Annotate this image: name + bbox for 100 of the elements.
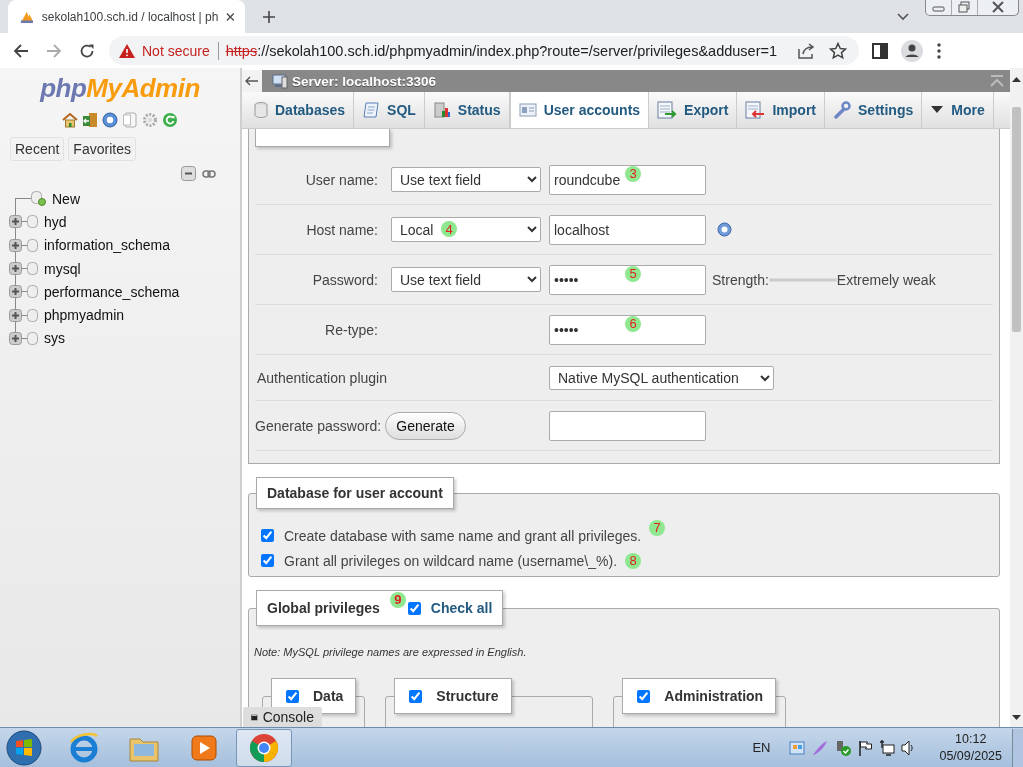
wrench-icon — [833, 101, 851, 119]
server-title[interactable]: Server: localhost:3306 — [292, 73, 437, 89]
link-icon[interactable] — [202, 169, 216, 178]
checkbox[interactable] — [409, 689, 423, 703]
expand-icon[interactable] — [9, 285, 22, 299]
strength-reading: Extremely weak — [836, 271, 936, 288]
check-all-checkbox[interactable] — [407, 601, 421, 615]
clock-date: 05/09/2025 — [939, 747, 1002, 765]
scroll-down-icon[interactable] — [1012, 715, 1021, 721]
database-icon — [27, 331, 38, 345]
start-orb-icon[interactable] — [6, 729, 42, 766]
expand-icon[interactable] — [9, 262, 22, 276]
section-legend: Database for user account — [256, 477, 454, 509]
browser-e-icon — [68, 731, 100, 764]
warning-icon — [119, 43, 135, 58]
input-field[interactable]: localhost — [549, 214, 706, 245]
expand-icon[interactable] — [9, 238, 22, 252]
checkbox[interactable] — [261, 529, 274, 542]
checkbox[interactable] — [286, 689, 299, 703]
plus-icon[interactable] — [262, 9, 276, 24]
chevron-down-icon[interactable] — [897, 12, 909, 21]
group-title: Data — [313, 688, 344, 704]
nav-tab[interactable]: User accounts — [509, 92, 650, 128]
database-icon — [27, 238, 38, 252]
home-icon[interactable] — [62, 112, 78, 128]
taskbar-app[interactable] — [236, 728, 292, 767]
nav-tab[interactable]: SQL — [354, 92, 425, 128]
field-label: Generate password: — [255, 417, 380, 434]
database-name[interactable]: mysql — [44, 260, 81, 277]
show-desktop-button[interactable] — [1012, 728, 1023, 767]
group-title: Structure — [436, 688, 499, 704]
nav-tab[interactable]: More — [922, 92, 994, 128]
reload-icon[interactable] — [79, 42, 95, 59]
field-label: User name: — [304, 171, 378, 188]
number-marker: 9 — [389, 592, 406, 608]
star-icon[interactable] — [829, 41, 847, 60]
back-arrow-icon[interactable] — [13, 42, 29, 59]
speaker-icon[interactable] — [901, 738, 916, 757]
menu-icon[interactable] — [937, 42, 941, 59]
browser-tab[interactable]: sekolah100.sch.id / localhost | ph — [8, 0, 245, 33]
network-icon[interactable] — [878, 738, 897, 757]
export-icon — [657, 101, 678, 119]
dropdown[interactable]: Use text field — [391, 167, 541, 192]
checkbox[interactable] — [637, 689, 651, 703]
nav-tab[interactable]: Import — [737, 92, 825, 128]
scroll-up-icon[interactable] — [1012, 76, 1021, 82]
expand-icon[interactable] — [9, 331, 22, 345]
database-icon — [254, 102, 268, 118]
collapse-all-icon[interactable] — [181, 166, 196, 181]
share-icon[interactable] — [797, 42, 815, 59]
database-name[interactable]: performance_schema — [44, 283, 180, 300]
sidebar-tab[interactable]: Favorites — [68, 137, 136, 161]
nav-tab[interactable]: Export — [649, 92, 738, 128]
check-all-label[interactable]: Check all — [430, 593, 493, 623]
server-icon — [272, 73, 288, 89]
database-name[interactable]: phpmyadmin — [44, 307, 125, 324]
database-icon — [27, 262, 38, 276]
field-label: Host name: — [305, 221, 378, 238]
generate-button[interactable]: Generate — [385, 411, 466, 440]
database-icon — [27, 215, 38, 229]
expand-icon[interactable] — [9, 308, 22, 322]
database-icon — [27, 285, 38, 299]
help-icon[interactable] — [102, 112, 118, 128]
logo-text[interactable]: phpMyAdmin — [40, 73, 200, 104]
side-panel-icon[interactable] — [872, 42, 888, 59]
field-label: Authentication plugin — [256, 369, 387, 386]
scroll-thumb[interactable] — [1012, 107, 1021, 332]
help-icon[interactable] — [717, 222, 732, 237]
console-button[interactable]: Console — [243, 707, 322, 727]
exit-door-icon[interactable] — [82, 112, 98, 128]
field-label: Password: — [311, 271, 378, 288]
expand-icon[interactable] — [9, 215, 22, 229]
input-field[interactable] — [549, 410, 706, 441]
tab-title: sekolah100.sch.id / localhost | ph — [41, 9, 219, 24]
security-label: Not secure — [142, 42, 210, 59]
sidebar-tab[interactable]: Recent — [10, 137, 65, 161]
new-database-icon — [31, 191, 46, 207]
database-name[interactable]: New — [52, 190, 80, 207]
nav-tab[interactable]: Status — [424, 92, 510, 128]
dropdown[interactable]: Use text field — [391, 267, 541, 292]
flag-icon[interactable] — [857, 738, 874, 757]
avatar-icon[interactable] — [901, 39, 923, 62]
clock[interactable]: 10:12 05/09/2025 — [939, 730, 1002, 765]
language-indicator[interactable]: EN — [752, 740, 771, 755]
checkbox[interactable] — [261, 554, 274, 567]
address-bar[interactable]: Not secure https://sekolah100.sch.id/phpmyadmin/index.php?route=/server/privileges&adduser=1 — [109, 36, 859, 65]
field-label: Re-type: — [324, 321, 378, 338]
usb-check-icon[interactable] — [834, 738, 853, 757]
database-name[interactable]: information_schema — [44, 237, 171, 254]
media-player-icon — [189, 732, 219, 763]
arrow-left-icon[interactable] — [245, 76, 259, 86]
nav-tab[interactable]: Settings — [825, 92, 923, 128]
dropdown[interactable]: Native MySQL authentication — [549, 365, 774, 390]
scrollbar[interactable] — [1010, 68, 1023, 727]
database-name[interactable]: hyd — [44, 213, 67, 230]
legend-title: Global privileges — [267, 599, 380, 618]
database-name[interactable]: sys — [44, 330, 65, 347]
nav-tab[interactable]: Databases — [246, 92, 355, 128]
import-icon — [745, 101, 766, 119]
close-icon[interactable] — [226, 11, 235, 22]
